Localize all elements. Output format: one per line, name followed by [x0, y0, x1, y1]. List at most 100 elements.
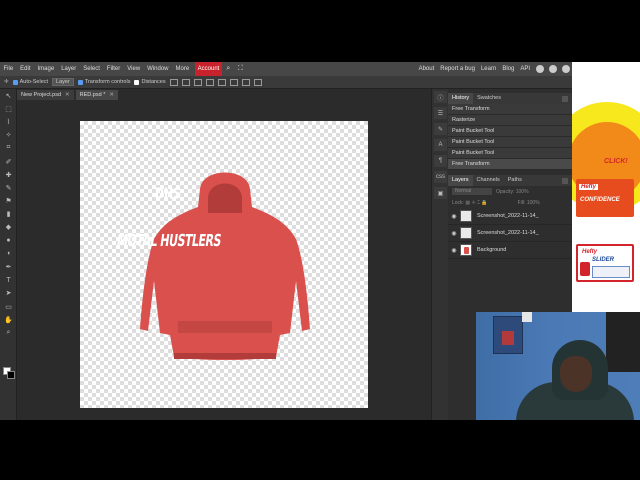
auto-select-checkbox[interactable]: Auto-Select: [12, 79, 48, 85]
download-icon[interactable]: [169, 78, 178, 86]
close-icon[interactable]: ✕: [65, 90, 70, 100]
tab-swatches[interactable]: Swatches: [473, 93, 505, 104]
eye-icon[interactable]: ◉: [448, 213, 460, 220]
align-left-icon[interactable]: [181, 78, 190, 86]
brush-settings-icon[interactable]: ✎: [434, 123, 447, 135]
align-top-icon[interactable]: [217, 78, 226, 86]
options-bar: ✛ Auto-Select Layer Transform controls D…: [0, 76, 572, 89]
twitter-icon[interactable]: [548, 65, 557, 73]
menu-image[interactable]: Image: [34, 62, 58, 76]
magic-wand-icon[interactable]: ✧: [0, 129, 17, 142]
tab-label: RED.psd *: [79, 92, 106, 98]
fill-value[interactable]: 100%: [527, 200, 540, 206]
fullscreen-icon[interactable]: ⛶: [234, 62, 246, 76]
link-api[interactable]: API: [517, 62, 533, 76]
link-blog[interactable]: Blog: [499, 62, 517, 76]
distances-checkbox[interactable]: Distances: [134, 79, 166, 85]
eyedropper-icon[interactable]: ✐: [0, 155, 17, 168]
layer-row[interactable]: ◉ Screenshot_2022-11-14_: [448, 225, 572, 242]
opacity-label: Opacity:: [496, 188, 515, 195]
history-item[interactable]: Paint Bucket Tool: [448, 126, 572, 137]
align-bottom-icon[interactable]: [241, 78, 250, 86]
pen-tool-icon[interactable]: ✒: [0, 260, 17, 273]
history-item[interactable]: Rasterize: [448, 115, 572, 126]
eye-icon[interactable]: ◉: [448, 230, 460, 237]
tab-history[interactable]: History: [448, 93, 474, 104]
history-item[interactable]: Paint Bucket Tool: [448, 148, 572, 159]
facebook-icon[interactable]: [561, 65, 570, 73]
character-icon[interactable]: A: [434, 139, 447, 151]
blur-tool-icon[interactable]: ●: [0, 234, 17, 247]
reddit-icon[interactable]: [535, 65, 544, 73]
menu-edit[interactable]: Edit: [17, 62, 34, 76]
tab-new-project[interactable]: New Project.psd ✕: [17, 90, 74, 100]
layer-row[interactable]: ◉ Screenshot_2022-11-14_: [448, 208, 572, 225]
rectangle-tool-icon[interactable]: ▭: [0, 300, 17, 313]
layer-row[interactable]: ◉ Background: [448, 242, 572, 259]
image-icon[interactable]: ▣: [434, 187, 447, 199]
menu-layer[interactable]: Layer: [58, 62, 80, 76]
info-icon[interactable]: ⓘ: [434, 91, 447, 103]
crop-tool-icon[interactable]: ⌗: [0, 142, 17, 155]
menu-bar: File Edit Image Layer Select Filter View…: [0, 62, 572, 76]
panel-menu-icon[interactable]: [562, 95, 568, 102]
lasso-tool-icon[interactable]: ⌇: [0, 115, 17, 128]
menu-view[interactable]: View: [124, 62, 144, 76]
search-icon[interactable]: ⌕: [222, 62, 234, 76]
link-report-bug[interactable]: Report a bug: [437, 62, 478, 76]
tab-layers[interactable]: Layers: [448, 175, 473, 186]
properties-icon[interactable]: ☰: [434, 107, 447, 119]
distances-label: Distances: [141, 79, 166, 85]
menu-more[interactable]: More: [172, 62, 193, 76]
tab-red[interactable]: RED.psd * ✕: [75, 90, 118, 100]
menu-file[interactable]: File: [0, 62, 17, 76]
align-middle-icon[interactable]: [229, 78, 238, 86]
close-icon[interactable]: ✕: [109, 90, 114, 100]
background-color-swatch[interactable]: [7, 371, 15, 379]
toolbox: ↖ ⬚ ⌇ ✧ ⌗ ✐ ✚ ✎ ⚑ ▮ ◆ ● ◖ ✒ T ➤ ▭ ✋ ⌕: [0, 89, 17, 420]
layer-lock-row: Lock: ▦ ✛ ⌶ 🔒 Fill: 100%: [448, 197, 572, 208]
link-learn[interactable]: Learn: [478, 62, 499, 76]
menu-window[interactable]: Window: [144, 62, 172, 76]
paragraph-icon[interactable]: ¶: [434, 155, 447, 167]
path-select-icon[interactable]: ➤: [0, 287, 17, 300]
healing-brush-icon[interactable]: ✚: [0, 168, 17, 181]
link-about[interactable]: About: [416, 62, 438, 76]
select-target-dropdown[interactable]: Layer: [52, 78, 74, 86]
dodge-tool-icon[interactable]: ◖: [0, 247, 17, 260]
eraser-icon[interactable]: ▮: [0, 208, 17, 221]
zoom-tool-icon[interactable]: ⌕: [0, 326, 17, 339]
type-tool-icon[interactable]: T: [0, 274, 17, 287]
blend-mode-dropdown[interactable]: Normal: [452, 188, 492, 195]
advertisement[interactable]: CLICK! Hefty CONFIDENCE Hefty SLIDER: [572, 62, 640, 312]
paint-bucket-icon[interactable]: ◆: [0, 221, 17, 234]
eye-icon[interactable]: ◉: [448, 247, 460, 254]
menu-select[interactable]: Select: [80, 62, 104, 76]
clone-stamp-icon[interactable]: ⚑: [0, 195, 17, 208]
layer-thumbnail: [460, 244, 472, 256]
front-text: MOTAL HUSTLERS: [115, 230, 223, 251]
panel-menu-icon[interactable]: [562, 177, 568, 184]
move-tool-icon[interactable]: ↖: [0, 89, 17, 102]
transform-controls-checkbox[interactable]: Transform controls: [77, 79, 130, 85]
align-center-icon[interactable]: [193, 78, 202, 86]
distribute-icon[interactable]: [253, 78, 262, 86]
move-tool-indicator-icon: ✛: [4, 79, 9, 85]
document-canvas[interactable]: DHS MOTAL HUSTLERS: [80, 121, 368, 408]
tab-channels[interactable]: Channels: [473, 175, 504, 186]
align-right-icon[interactable]: [205, 78, 214, 86]
history-item-current[interactable]: Free Transform: [448, 159, 572, 170]
brush-tool-icon[interactable]: ✎: [0, 181, 17, 194]
history-item[interactable]: Paint Bucket Tool: [448, 137, 572, 148]
menu-right-links: About Report a bug Learn Blog API: [416, 62, 572, 76]
tab-paths[interactable]: Paths: [504, 175, 526, 186]
menu-filter[interactable]: Filter: [103, 62, 123, 76]
webcam-person-face: [560, 356, 592, 392]
opacity-value[interactable]: 100%: [516, 189, 529, 195]
css-icon[interactable]: css: [434, 171, 447, 183]
hand-tool-icon[interactable]: ✋: [0, 313, 17, 326]
lock-icons[interactable]: ▦ ✛ ⌶ 🔒: [465, 200, 487, 206]
marquee-tool-icon[interactable]: ⬚: [0, 102, 17, 115]
history-item[interactable]: Free Transform: [448, 104, 572, 115]
account-button[interactable]: Account: [194, 62, 223, 76]
